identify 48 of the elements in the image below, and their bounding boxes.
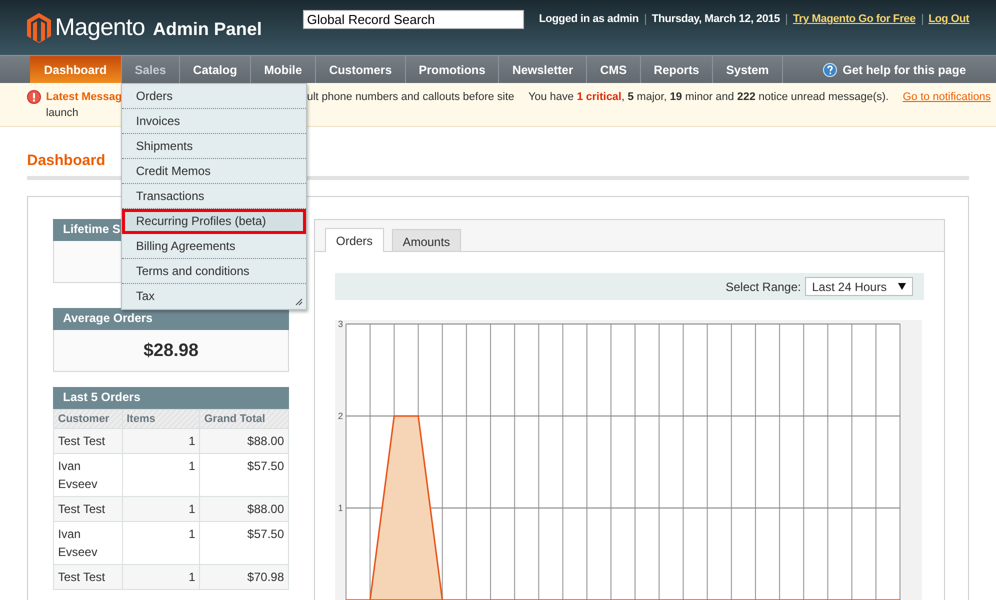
y-tick-label: 3 — [338, 320, 343, 329]
table-cell: 1 — [122, 496, 200, 522]
page-title: Dashboard — [27, 152, 106, 169]
chart-tab[interactable]: Orders — [325, 228, 384, 252]
menu-item[interactable]: Orders — [122, 84, 306, 109]
brand-name: Magento — [55, 14, 145, 42]
user-text: Logged in as admin — [539, 14, 640, 25]
table-cell: 1 — [122, 564, 200, 590]
resize-grip-icon — [295, 298, 303, 306]
panel-header: Average Orders — [53, 308, 289, 330]
table-cell: Test Test — [54, 496, 122, 522]
table-cell: Test Test — [54, 564, 122, 590]
menu-item[interactable]: Tax — [122, 284, 306, 309]
table-cell: $88.00 — [200, 496, 288, 522]
menu-item[interactable]: Shipments — [122, 134, 306, 159]
table-cell: $88.00 — [200, 428, 288, 454]
menu-item[interactable]: Terms and conditions — [122, 259, 306, 284]
menu-item[interactable]: Billing Agreements — [122, 234, 306, 259]
help-link[interactable]: Get help for this page — [842, 62, 966, 76]
column-header: Grand Total — [200, 410, 288, 428]
range-label: Select Range: — [726, 280, 801, 294]
date-text: Thursday, March 12, 2015 — [644, 14, 786, 25]
table-cell: 1 — [122, 428, 200, 454]
caret-icon — [898, 283, 906, 290]
help-icon — [822, 62, 837, 76]
table-cell: Test Test — [54, 428, 122, 454]
menu-item[interactable]: Invoices — [122, 109, 306, 134]
global-search-field[interactable]: Global Record Search — [303, 10, 524, 29]
header-link[interactable]: Log Out — [922, 14, 976, 25]
menu-item[interactable]: Recurring Profiles (beta) — [122, 209, 306, 234]
notice-text: ult phone numbers and callouts before site — [307, 91, 514, 103]
header-link[interactable]: Try Magento Go for Free — [786, 14, 922, 25]
notice-title: Latest Messag — [46, 91, 122, 103]
y-tick-label: 2 — [338, 411, 343, 421]
panel-header: Last 5 Orders — [53, 387, 289, 409]
notice-text: launch — [46, 106, 78, 121]
warning-icon — [27, 90, 41, 104]
menu-item[interactable]: Credit Memos — [122, 159, 306, 184]
average-orders-value: $28.98 — [143, 340, 199, 361]
range-select[interactable]: Last 24 Hours — [805, 277, 913, 296]
table-cell: $70.98 — [200, 564, 288, 590]
logo-icon — [27, 12, 51, 42]
brand-subtitle: Admin Panel — [152, 19, 262, 40]
y-tick-label: 1 — [338, 503, 343, 513]
column-header: Customer — [54, 410, 122, 428]
notice-summary: You have 1 critical, 5 major, 19 minor and 222 notice unread message(s). — [528, 90, 889, 105]
chart-tab[interactable]: Amounts — [392, 229, 462, 251]
column-header: Items — [122, 410, 200, 428]
